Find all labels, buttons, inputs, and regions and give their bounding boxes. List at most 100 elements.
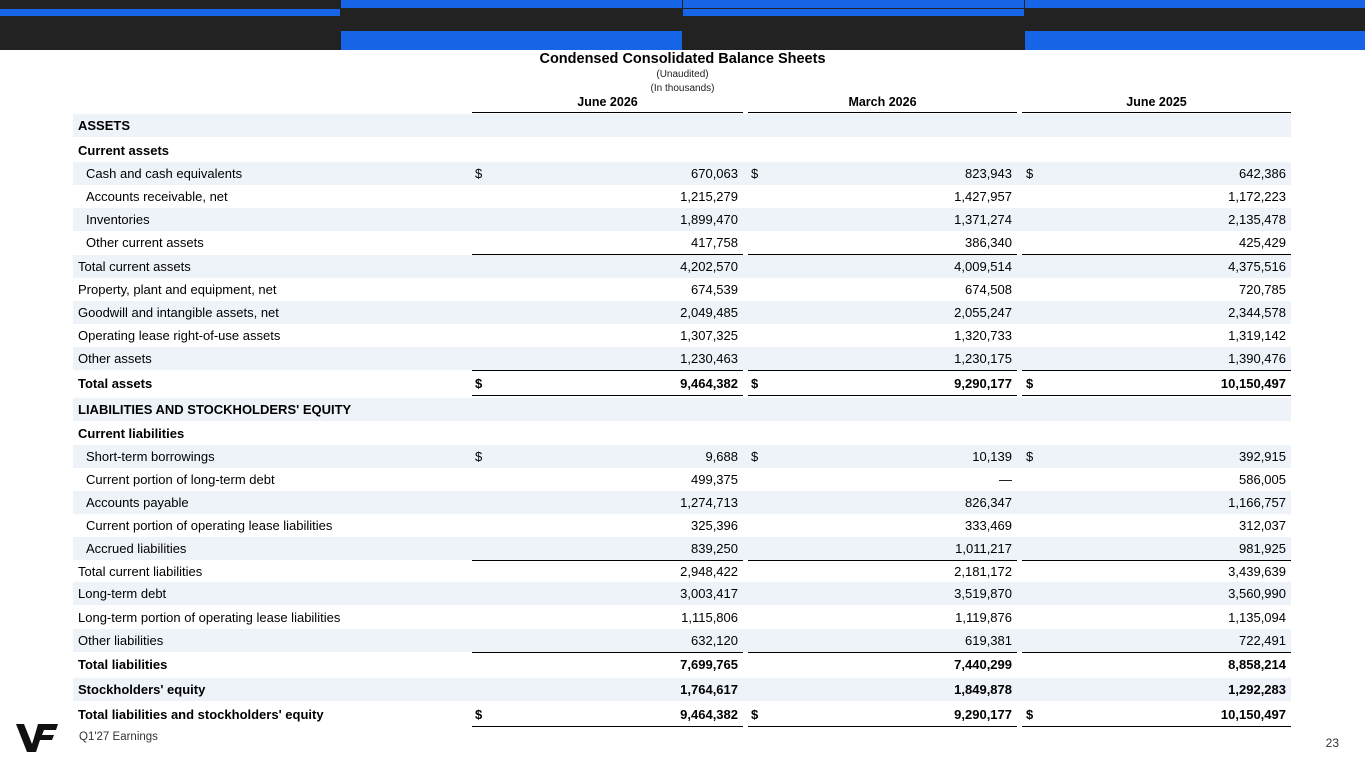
- cell-value: 839,250: [691, 541, 738, 556]
- row-label: Total current assets: [78, 259, 191, 274]
- total-rule: [748, 395, 1017, 396]
- table-row: Goodwill and intangible assets, net 2,049…: [73, 301, 1291, 324]
- cell-value: 2,055,247: [954, 305, 1012, 320]
- table-row: Stockholders' equity 1,764,617 1,849,878 1,…: [73, 678, 1291, 701]
- table-row: Current portion of operating lease liabi…: [73, 514, 1291, 537]
- table-row: Short-term borrowings $9,688 $10,139 $392,9…: [73, 445, 1291, 468]
- row-label: Total liabilities and stockholders' equi…: [78, 707, 324, 722]
- row-label: Current liabilities: [78, 426, 185, 441]
- cell-value: 632,120: [691, 633, 738, 648]
- cell-value: 1,119,876: [955, 610, 1012, 625]
- cell-value: 325,396: [691, 518, 738, 533]
- table-row: Inventories 1,899,470 1,371,274 2,135,478: [73, 208, 1291, 231]
- table-row: Other liabilities 632,120 619,381 722,491: [73, 629, 1291, 653]
- cell-value: 2,948,422: [680, 564, 738, 579]
- row-label: Total liabilities: [78, 657, 168, 672]
- row-label: Stockholders' equity: [78, 682, 206, 697]
- currency-symbol: $: [1026, 376, 1034, 391]
- total-rule: [748, 726, 1017, 727]
- row-label: ASSETS: [78, 118, 131, 133]
- cell-value: 823,943: [965, 166, 1012, 181]
- cell-value: 1,899,470: [680, 212, 738, 227]
- currency-symbol: $: [751, 449, 759, 464]
- cell-value: 1,319,142: [1228, 328, 1286, 343]
- cell-value: 4,202,570: [680, 259, 738, 274]
- cell-value: 2,049,485: [680, 305, 738, 320]
- cell-value: 9,464,382: [680, 707, 738, 722]
- currency-symbol: $: [475, 449, 483, 464]
- table-row: Total current liabilities 2,948,422 2,181,…: [73, 560, 1291, 583]
- cell-value: 2,344,578: [1228, 305, 1286, 320]
- currency-symbol: $: [1026, 166, 1034, 181]
- total-rule: [748, 370, 1017, 371]
- vf-logo-icon: [16, 724, 58, 752]
- cell-value: 9,290,177: [954, 707, 1012, 722]
- cell-value: 417,758: [691, 235, 738, 250]
- currency-symbol: $: [475, 707, 483, 722]
- cell-value: 499,375: [691, 472, 738, 487]
- total-rule: [1022, 370, 1291, 371]
- table-row: Long-term portion of operating lease lia…: [73, 606, 1291, 629]
- cell-value: 1,172,223: [1228, 189, 1286, 204]
- cell-value: 1,849,878: [954, 682, 1012, 697]
- table-row: Accrued liabilities 839,250 1,011,217 981,9…: [73, 537, 1291, 561]
- row-label: Property, plant and equipment, net: [78, 282, 277, 297]
- cell-value: 2,135,478: [1228, 212, 1286, 227]
- table-row: Long-term debt 3,003,417 3,519,870 3,560,99…: [73, 582, 1291, 605]
- cell-value: 826,347: [965, 495, 1012, 510]
- row-label: Other assets: [78, 351, 152, 366]
- cell-value: 1,115,806: [681, 610, 738, 625]
- cell-value: 386,340: [965, 235, 1012, 250]
- row-label: Long-term debt: [78, 586, 167, 601]
- cell-value: 674,508: [965, 282, 1012, 297]
- cell-value: 619,381: [965, 633, 1012, 648]
- cell-value: 1,371,274: [954, 212, 1012, 227]
- table-row: Cash and cash equivalents $670,063 $823,94…: [73, 162, 1291, 185]
- table-row: Current portion of long-term debt 499,375…: [73, 468, 1291, 491]
- table-row: Total liabilities 7,699,765 7,440,299 8,858…: [73, 653, 1291, 676]
- total-rule: [472, 726, 743, 727]
- row-label: Cash and cash equivalents: [86, 166, 243, 181]
- cell-value: 9,290,177: [954, 376, 1012, 391]
- cell-value: 10,150,497: [1220, 376, 1286, 391]
- cell-value: 392,915: [1239, 449, 1286, 464]
- currency-symbol: $: [1026, 449, 1034, 464]
- cell-value: 4,009,514: [954, 259, 1012, 274]
- currency-symbol: $: [1026, 707, 1034, 722]
- row-label: Accrued liabilities: [86, 541, 187, 556]
- cell-value: 7,440,299: [954, 657, 1012, 672]
- cell-value: 1,274,713: [680, 495, 738, 510]
- cell-value: 9,688: [705, 449, 738, 464]
- cell-value: 1,011,217: [955, 541, 1012, 556]
- cell-value: 3,519,870: [954, 586, 1012, 601]
- cell-value: 674,539: [691, 282, 738, 297]
- row-label: Total current liabilities: [78, 564, 203, 579]
- row-label: Operating lease right-of-use assets: [78, 328, 281, 343]
- cell-value: 1,135,094: [1228, 610, 1286, 625]
- row-label: Short-term borrowings: [86, 449, 215, 464]
- page-number: 23: [1325, 736, 1339, 750]
- footer-label: Q1'27 Earnings: [79, 731, 158, 743]
- total-rule: [1022, 395, 1291, 396]
- table-row: Total current assets 4,202,570 4,009,514 4,…: [73, 255, 1291, 278]
- cell-value: —: [999, 472, 1012, 487]
- currency-symbol: $: [475, 376, 483, 391]
- cell-value: 7,699,765: [680, 657, 738, 672]
- balance-sheet-table: ASSETS Current assets Cash and cash equiva…: [0, 0, 1365, 768]
- cell-value: 312,037: [1239, 518, 1286, 533]
- row-label: LIABILITIES AND STOCKHOLDERS' EQUITY: [78, 402, 352, 417]
- cell-value: 1,307,325: [680, 328, 738, 343]
- cell-value: 3,439,639: [1228, 564, 1286, 579]
- cell-value: 1,427,957: [954, 189, 1012, 204]
- cell-value: 3,003,417: [680, 586, 738, 601]
- row-label: Other current assets: [86, 235, 204, 250]
- table-row: Property, plant and equipment, net 674,53…: [73, 278, 1291, 301]
- table-row: Current assets: [73, 139, 1291, 162]
- cell-value: 722,491: [1239, 633, 1286, 648]
- cell-value: 586,005: [1239, 472, 1286, 487]
- table-row: Accounts payable 1,274,713 826,347 1,166,75…: [73, 491, 1291, 514]
- row-label: Current portion of long-term debt: [86, 472, 275, 487]
- cell-value: 1,764,617: [680, 682, 738, 697]
- cell-value: 333,469: [965, 518, 1012, 533]
- cell-value: 981,925: [1239, 541, 1286, 556]
